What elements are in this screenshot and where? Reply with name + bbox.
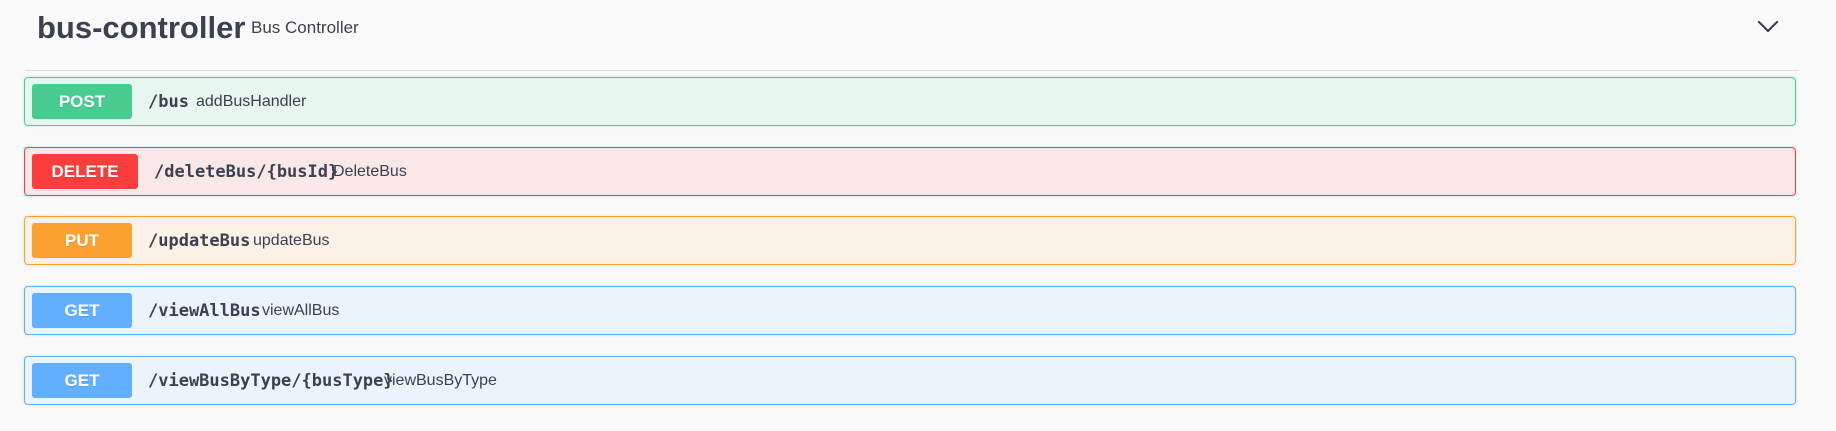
operation-summary: viewBusByType bbox=[384, 372, 497, 389]
operation-summary: DeleteBus bbox=[333, 163, 407, 180]
operation-delete-deletebus[interactable]: DELETE /deleteBus/{busId} DeleteBus bbox=[24, 147, 1796, 196]
operation-path: /updateBus bbox=[148, 231, 251, 251]
operation-path: /viewAllBus bbox=[148, 301, 261, 321]
tag-title: bus-controller bbox=[37, 10, 246, 45]
operation-get-viewallbus[interactable]: GET /viewAllBus viewAllBus bbox=[24, 286, 1796, 335]
operation-path: /deleteBus/{busId} bbox=[154, 162, 339, 182]
operation-get-viewbusbytype[interactable]: GET /viewBusByType/{busType} viewBusByTy… bbox=[24, 356, 1796, 405]
tag-header-bus-controller[interactable]: bus-controller Bus Controller bbox=[25, 0, 1799, 71]
operation-path: /viewBusByType/{busType} bbox=[148, 371, 394, 391]
operation-put-updatebus[interactable]: PUT /updateBus updateBus bbox=[24, 216, 1796, 265]
method-badge-get: GET bbox=[32, 293, 132, 328]
method-badge-put: PUT bbox=[32, 223, 132, 258]
chevron-down-icon[interactable] bbox=[1753, 12, 1783, 42]
operation-summary: updateBus bbox=[253, 232, 330, 249]
method-badge-post: POST bbox=[32, 84, 132, 119]
operation-summary: viewAllBus bbox=[262, 302, 340, 319]
operation-summary: addBusHandler bbox=[196, 93, 307, 110]
operation-post-bus[interactable]: POST /bus addBusHandler bbox=[24, 77, 1796, 126]
method-badge-delete: DELETE bbox=[32, 154, 138, 189]
operation-path: /bus bbox=[148, 92, 189, 112]
method-badge-get: GET bbox=[32, 363, 132, 398]
bus-controller-section: bus-controller Bus Controller POST /bus … bbox=[0, 0, 1836, 431]
tag-description: Bus Controller bbox=[251, 18, 359, 37]
